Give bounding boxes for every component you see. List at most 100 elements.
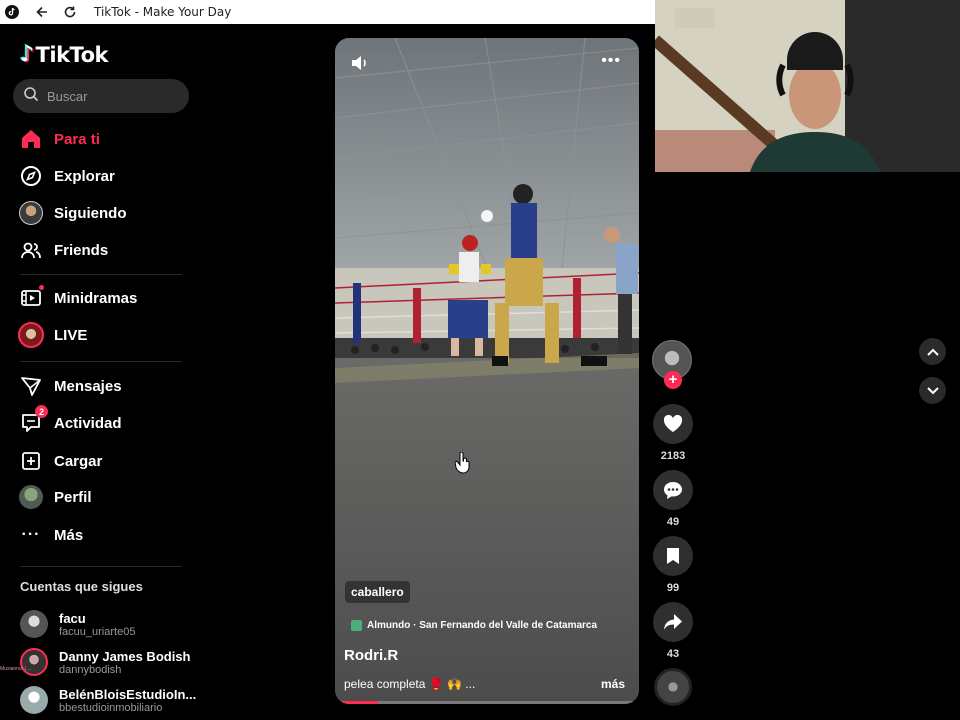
account-name: BelénBloisEstudioIn...	[59, 686, 197, 702]
sidebar-item-minidramas[interactable]: Minidramas	[18, 285, 137, 311]
webcam-image	[655, 0, 960, 172]
stream-chat-overlay: Muxiannu: | ...	[0, 666, 32, 672]
compass-icon	[18, 163, 44, 189]
video-description: pelea completa 🥊 🙌 ...	[344, 677, 476, 691]
follow-plus-button[interactable]: +	[664, 371, 682, 389]
sidebar-item-actividad[interactable]: 2 Actividad	[18, 405, 122, 436]
profile-avatar-icon	[18, 484, 44, 510]
sidebar-item-label: Explorar	[54, 167, 115, 185]
video-progress-bar[interactable]	[335, 701, 639, 704]
webcam-overlay	[655, 0, 960, 172]
comment-icon	[664, 481, 682, 499]
sidebar-item-live[interactable]: LIVE	[18, 322, 87, 348]
sidebar-item-friends[interactable]: Friends	[18, 237, 108, 263]
account-handle: facuu_uriarte05	[59, 625, 136, 638]
save-button[interactable]	[653, 536, 693, 576]
avatar	[20, 610, 48, 638]
sidebar-item-mas[interactable]: ··· Más	[18, 522, 84, 548]
sidebar-item-label: LIVE	[54, 326, 88, 344]
bookmark-icon	[667, 548, 679, 564]
tiktok-logo[interactable]: ♪ TikTok	[20, 42, 108, 67]
live-avatar-icon	[18, 322, 44, 348]
heart-icon	[663, 415, 683, 432]
tiktok-note-icon: ♪	[20, 42, 34, 67]
video-progress-fill	[335, 701, 378, 704]
more-dots-icon: ···	[21, 526, 41, 543]
home-icon	[18, 126, 44, 152]
sidebar-item-cargar[interactable]: Cargar	[18, 448, 102, 474]
app-root: TikTok - Make Your Day ♪ TikTok Para ti …	[0, 0, 960, 720]
activity-icon: 2	[18, 405, 48, 436]
sidebar-item-label: Friends	[54, 241, 109, 259]
next-video-button[interactable]	[919, 377, 946, 404]
film-icon	[18, 285, 44, 311]
save-count: 99	[666, 582, 680, 594]
chevron-down-icon	[926, 386, 939, 394]
notification-dot	[39, 285, 44, 290]
window-title: TikTok - Make Your Day	[94, 5, 232, 19]
activity-badge: 2	[35, 405, 48, 418]
sidebar-item-label: Perfil	[54, 488, 92, 506]
avatar	[20, 686, 48, 714]
sidebar-divider	[20, 274, 182, 275]
logo-text: TikTok	[35, 42, 109, 67]
account-name: facu	[59, 610, 86, 626]
following-account[interactable]: facu facuu_uriarte05	[20, 610, 135, 638]
upload-icon	[18, 448, 44, 474]
music-disc-icon[interactable]	[654, 668, 692, 706]
sidebar-divider	[20, 566, 182, 567]
description-more-button[interactable]: más	[601, 677, 625, 691]
search-box[interactable]	[13, 79, 189, 113]
avatar	[19, 201, 43, 225]
sidebar-item-label: Actividad	[54, 414, 122, 432]
sidebar-item-label: Mensajes	[54, 377, 122, 395]
account-name: Danny James Bodish	[59, 648, 191, 664]
like-count: 2183	[660, 450, 686, 462]
comment-button[interactable]	[653, 470, 693, 510]
volume-icon[interactable]	[351, 55, 369, 76]
video-location[interactable]: Almundo · San Fernando del Valle de Cata…	[351, 620, 597, 631]
sidebar-item-label: Siguiendo	[54, 204, 127, 222]
sidebar-item-label: Más	[54, 526, 84, 544]
sidebar-item-mensajes[interactable]: Mensajes	[18, 373, 122, 399]
share-icon	[664, 614, 682, 630]
account-handle: dannybodish	[59, 663, 122, 676]
sidebar-item-explorar[interactable]: Explorar	[18, 163, 115, 189]
video-player[interactable]: ••• caballero Almundo · San Fernando del…	[335, 38, 639, 704]
video-frame	[335, 38, 639, 704]
sidebar-item-perfil[interactable]: Perfil	[18, 484, 92, 510]
share-button[interactable]	[653, 602, 693, 642]
location-pin-icon	[351, 620, 362, 631]
friends-icon	[18, 237, 44, 263]
following-account[interactable]: Danny James Bodish dannybodish	[20, 648, 191, 676]
send-icon	[18, 373, 44, 399]
chevron-up-icon	[926, 348, 939, 356]
video-author[interactable]: Rodri.R	[344, 647, 398, 664]
sidebar-item-siguiendo[interactable]: Siguiendo	[18, 200, 127, 226]
share-count: 43	[666, 648, 680, 660]
avatar	[18, 322, 44, 348]
location-label: Almundo · San Fernando del Valle de Cata…	[367, 620, 598, 631]
comment-count: 49	[666, 516, 680, 528]
reload-icon[interactable]	[58, 0, 82, 24]
back-arrow-icon[interactable]	[30, 0, 54, 24]
search-input[interactable]	[47, 88, 177, 104]
following-avatar-icon	[18, 200, 44, 226]
sidebar-item-label: Para ti	[54, 130, 100, 148]
video-tag[interactable]: caballero	[345, 581, 410, 603]
search-icon	[23, 86, 39, 107]
hand-cursor-icon	[454, 451, 471, 479]
sidebar-divider	[20, 361, 182, 362]
sidebar-item-label: Minidramas	[54, 289, 138, 307]
sidebar-item-label: Cargar	[54, 452, 103, 470]
browser-title-bar: TikTok - Make Your Day	[0, 0, 655, 24]
more-options-icon[interactable]: •••	[601, 52, 621, 70]
avatar	[19, 485, 43, 509]
like-button[interactable]	[653, 404, 693, 444]
following-account[interactable]: BelénBloisEstudioIn... bbestudioinmobili…	[20, 686, 196, 714]
previous-video-button[interactable]	[919, 338, 946, 365]
following-accounts-title: Cuentas que sigues	[20, 579, 143, 594]
sidebar: ♪ TikTok Para ti Explorar Siguiendo	[0, 24, 200, 720]
tiktok-app-icon	[0, 0, 24, 24]
sidebar-item-para-ti[interactable]: Para ti	[18, 126, 100, 152]
